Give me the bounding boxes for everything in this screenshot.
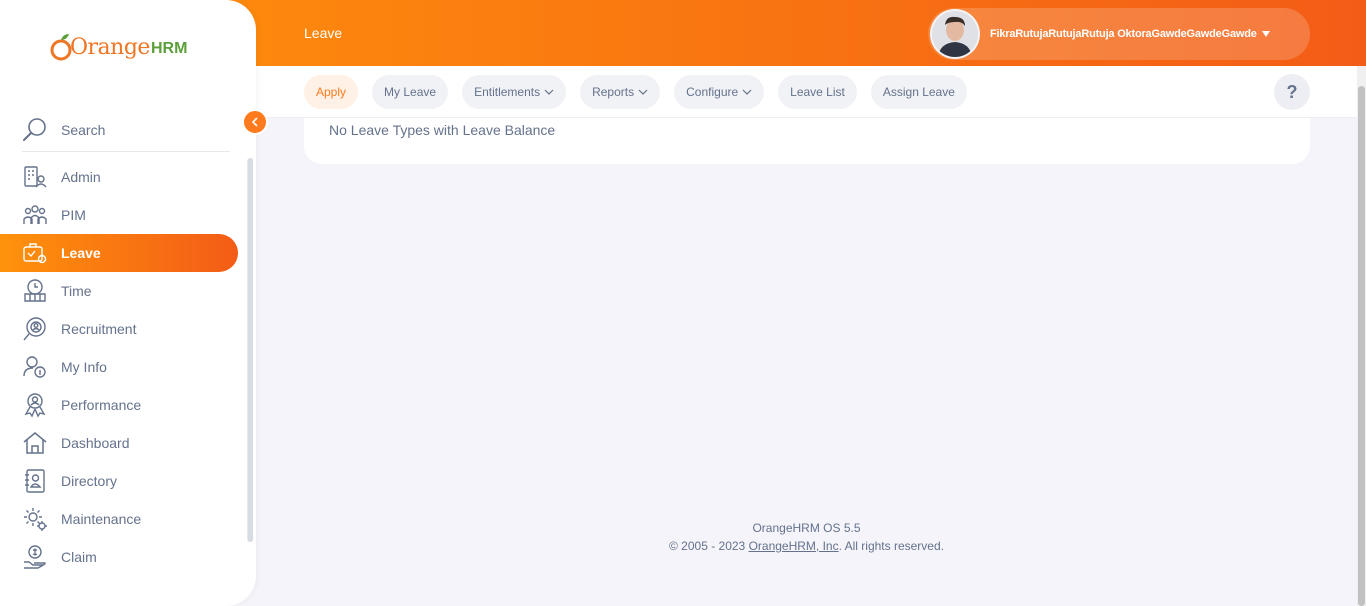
sidebar-item-performance[interactable]: Performance [0,386,238,424]
page-scrollbar-thumb[interactable] [1358,86,1365,606]
tab-label: Apply [316,84,347,99]
tab-assign-leave[interactable]: Assign Leave [870,74,967,109]
company-link[interactable]: OrangeHRM, Inc [749,539,839,553]
dashboard-icon [23,432,47,454]
sidebar-item-maintenance[interactable]: Maintenance [0,500,238,538]
admin-icon [24,166,47,188]
tab-label: My Leave [384,84,437,99]
sidebar-item-label: Directory [61,473,118,489]
sidebar-item-time[interactable]: Time [0,272,238,310]
tab-configure[interactable]: Configure [674,74,765,109]
brand-name: Orange [70,34,150,60]
performance-icon [24,393,46,418]
tab-label: Reports [592,84,635,99]
sidebar-item-label: Maintenance [61,511,142,527]
chevron-down-icon [742,89,752,95]
collapse-sidebar-button[interactable] [242,109,268,135]
recruitment-icon [23,317,46,341]
no-leave-types-message: No Leave Types with Leave Balance [329,122,556,138]
tab-label: Assign Leave [882,84,955,99]
sidebar-item-dashboard[interactable]: Dashboard [0,424,238,462]
my-info-icon [23,356,46,378]
directory-icon [25,469,45,493]
sidebar-item-label: Leave [61,245,101,261]
sidebar-item-label: Dashboard [61,435,130,451]
tab-reports[interactable]: Reports [580,74,661,109]
claim-icon [24,545,46,569]
leave-icon [23,243,47,264]
sidebar-scrollbar[interactable] [247,158,253,542]
sidebar-item-pim[interactable]: PIM [0,196,238,234]
user-name: FikraRutujaRutujaRutuja OktoraGawdeGawde… [990,28,1257,40]
help-button[interactable]: ? [1274,74,1310,110]
pim-icon [23,205,47,224]
chevron-down-icon [638,89,648,95]
footer: OrangeHRM OS 5.5 © 2005 - 2023 OrangeHRM… [256,519,1357,555]
tab-label: Leave List [790,84,845,99]
sidebar-item-admin[interactable]: Admin [0,158,238,196]
chevron-left-icon [251,117,258,127]
search-icon [23,117,46,141]
brand-suffix: HRM [150,40,188,57]
sidebar-item-label: My Info [61,359,107,375]
tab-leave-list[interactable]: Leave List [778,74,857,109]
leave-balance-card: No Leave Types with Leave Balance [304,118,1310,164]
sidebar-item-label: Admin [61,169,101,185]
tab-apply[interactable]: Apply [304,74,359,109]
sidebar-item-recruitment[interactable]: Recruitment [0,310,238,348]
tab-label: Configure [686,84,739,99]
sidebar-item-directory[interactable]: Directory [0,462,238,500]
chevron-down-icon [544,89,554,95]
sidebar-menu: Admin PIM Leave Time Recruitment My Info… [0,158,246,576]
maintenance-icon [24,508,47,531]
brand-logo[interactable]: Orange HRM [50,30,187,64]
sidebar-item-label: Time [61,283,92,299]
sidebar-item-label: Claim [61,549,97,565]
user-avatar [930,9,980,59]
user-dropdown[interactable]: FikraRutujaRutujaRutuja OktoraGawdeGawde… [928,8,1310,60]
sidebar-item-leave[interactable]: Leave [0,234,238,272]
orange-logo-icon [50,34,72,61]
tab-my-leave[interactable]: My Leave [372,74,449,109]
copyright-suffix: . All rights reserved. [838,539,944,553]
sidebar-item-label: Performance [61,397,142,413]
sidebar-item-my-info[interactable]: My Info [0,348,238,386]
footer-copyright: © 2005 - 2023 OrangeHRM, Inc. All rights… [256,537,1357,555]
page-scrollbar[interactable] [1357,66,1366,606]
caret-down-icon [1261,31,1270,37]
sidebar-item-label: PIM [61,207,86,223]
tab-label: Entitlements [474,84,541,99]
sidebar-search[interactable]: Search [22,108,230,152]
copyright-prefix: © 2005 - 2023 [669,539,749,553]
sidebar: Orange HRM Search Admin PIM Leave Time Re… [0,0,256,606]
tab-entitlements[interactable]: Entitlements [462,74,567,109]
footer-version: OrangeHRM OS 5.5 [752,521,861,535]
page-title: Leave [304,25,343,41]
sidebar-scrollbar-thumb[interactable] [248,158,253,542]
sidebar-item-label: Recruitment [61,321,137,337]
sidebar-search-label: Search [61,121,106,138]
sidebar-item-claim[interactable]: Claim [0,538,238,576]
leave-subnav: Apply My Leave Entitlements Reports Conf… [256,66,1357,118]
time-icon [24,279,46,302]
